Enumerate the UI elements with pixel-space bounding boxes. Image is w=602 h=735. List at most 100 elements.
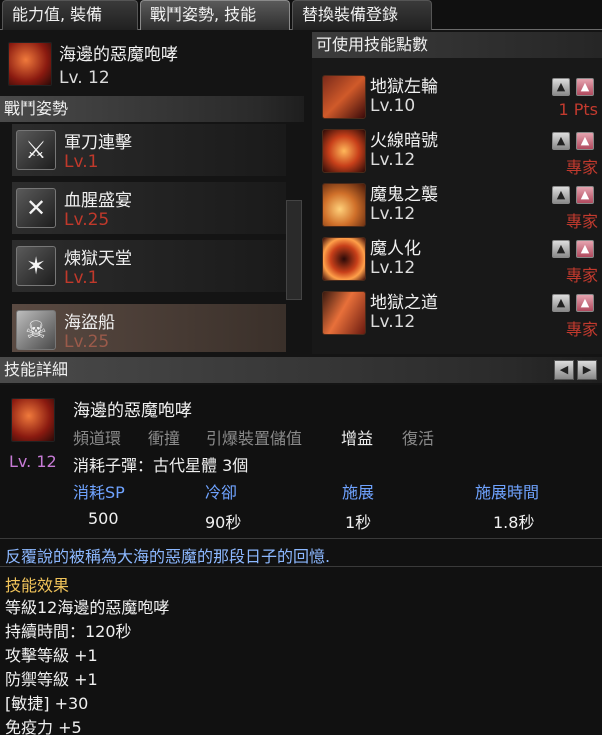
stat-cast-time-label: 施展時間	[475, 483, 540, 502]
stance-name: 海盜船	[64, 313, 115, 333]
pirate-ship-icon: ☠	[16, 310, 56, 350]
list-item[interactable]: 地獄之道 Lv.12 ▲ ▲ 專家	[316, 288, 602, 340]
stat-cast-label: 施展	[342, 483, 375, 502]
max-level-button[interactable]: ▲	[576, 186, 594, 204]
level-up-button[interactable]: ▲	[552, 294, 570, 312]
current-skill-level: Lv. 12	[59, 68, 110, 88]
ability-name: 魔鬼之襲	[370, 185, 438, 205]
ability-rank: 專家	[565, 158, 598, 177]
stance-section-header: 戰鬥姿勢	[0, 96, 304, 122]
tab-stance-skills[interactable]: 戰鬥姿勢, 技能	[140, 0, 290, 30]
devil-strike-icon	[322, 183, 366, 227]
list-item[interactable]: 火線暗號 Lv.12 ▲ ▲ 專家	[316, 126, 602, 178]
tab-label: 能力值, 裝備	[12, 5, 103, 24]
stat-cast-value: 1秒	[345, 513, 372, 532]
divider	[0, 566, 602, 567]
tab-label: 替換裝備登錄	[302, 5, 399, 24]
ability-level: Lv.12	[370, 258, 416, 278]
effect-line: [敏捷] +30	[5, 694, 89, 713]
purgatory-icon: ✶	[16, 246, 56, 286]
abilities-section-header: 可使用技能點數	[312, 32, 602, 58]
detail-skill-name: 海邊的惡魔咆哮	[73, 401, 192, 421]
abilities-section-title: 可使用技能點數	[316, 35, 429, 54]
stance-level: Lv.25	[64, 210, 110, 230]
stance-level: Lv.25	[64, 332, 110, 352]
list-item[interactable]: 魔人化 Lv.12 ▲ ▲ 專家	[316, 234, 602, 286]
next-button[interactable]: ▶	[577, 360, 597, 380]
tab-stats-equipment[interactable]: 能力值, 裝備	[2, 0, 138, 30]
stance-level: Lv.1	[64, 152, 99, 172]
stance-name: 軍刀連擊	[64, 133, 132, 153]
effect-line: 免疫力 +5	[5, 718, 82, 735]
blood-feast-icon: ✕	[16, 188, 56, 228]
skill-description: 反覆說的被稱為大海的惡魔的那段日子的回憶.	[5, 547, 331, 566]
level-up-button[interactable]: ▲	[552, 132, 570, 150]
effect-line: 防禦等級 +1	[5, 670, 98, 689]
ability-name: 地獄左輪	[370, 77, 438, 97]
ability-level: Lv.12	[370, 150, 416, 170]
max-level-button[interactable]: ▲	[576, 294, 594, 312]
hell-path-icon	[322, 291, 366, 335]
list-item[interactable]: ⚔ 軍刀連擊 Lv.1	[12, 124, 286, 182]
ability-level: Lv.12	[370, 312, 416, 332]
ability-name: 魔人化	[370, 239, 421, 259]
stance-list: ⚔ 軍刀連擊 Lv.1 ✕ 血腥盛宴 Lv.25 ✶ 煉獄天堂 Lv.1 ☠ 海…	[6, 124, 306, 352]
ability-rank: 專家	[565, 212, 598, 231]
level-up-button[interactable]: ▲	[552, 186, 570, 204]
ability-level: Lv.12	[370, 204, 416, 224]
list-item[interactable]: ✕ 血腥盛宴 Lv.25	[12, 182, 286, 240]
divider	[0, 538, 602, 539]
tag-revive: 復活	[402, 429, 435, 448]
max-level-button[interactable]: ▲	[576, 78, 594, 96]
tag-channel: 頻道環	[73, 429, 122, 448]
max-level-button[interactable]: ▲	[576, 132, 594, 150]
stance-section-title: 戰鬥姿勢	[4, 99, 69, 118]
ability-rank: 專家	[565, 320, 598, 339]
tab-label: 戰鬥姿勢, 技能	[150, 5, 257, 24]
list-item[interactable]: 地獄左輪 Lv.10 ▲ ▲ 1 Pts	[316, 72, 602, 124]
fireline-signal-icon	[322, 129, 366, 173]
stance-name: 煉獄天堂	[64, 249, 132, 269]
ability-name: 地獄之道	[370, 293, 438, 313]
stat-cooldown-label: 冷卻	[205, 483, 238, 502]
current-skill[interactable]: 海邊的惡魔咆哮 Lv. 12	[6, 38, 302, 94]
list-item[interactable]: ☠ 海盜船 Lv.25	[12, 304, 286, 352]
max-level-button[interactable]: ▲	[576, 240, 594, 258]
stat-sp-label: 消耗SP	[73, 483, 125, 502]
detail-skill-level: Lv. 12	[9, 452, 57, 471]
tag-buff: 增益	[341, 429, 374, 448]
stat-cooldown-value: 90秒	[205, 513, 242, 532]
saber-combo-icon: ⚔	[16, 130, 56, 170]
stat-cast-time-value: 1.8秒	[493, 513, 535, 532]
stance-level: Lv.1	[64, 268, 99, 288]
ability-level: Lv.10	[370, 96, 416, 116]
tag-detonate: 引爆裝置儲值	[206, 429, 303, 448]
demonize-icon	[322, 237, 366, 281]
stance-scrollbar[interactable]	[286, 200, 302, 300]
list-item[interactable]: 魔鬼之襲 Lv.12 ▲ ▲ 專家	[316, 180, 602, 232]
consume-text: 消耗子彈：古代星體 3個	[73, 456, 249, 475]
effect-line: 等級12海邊的惡魔咆哮	[5, 598, 170, 617]
effect-line: 攻擊等級 +1	[5, 646, 98, 665]
list-item[interactable]: ✶ 煉獄天堂 Lv.1	[12, 240, 286, 298]
stance-name: 血腥盛宴	[64, 191, 132, 211]
effect-line: 持續時間：120秒	[5, 622, 132, 641]
abilities-panel: 可使用技能點數 地獄左輪 Lv.10 ▲ ▲ 1 Pts 火線暗號 Lv.12 …	[312, 32, 602, 354]
tag-charge: 衝撞	[148, 429, 181, 448]
ability-rank: 專家	[565, 266, 598, 285]
level-up-button[interactable]: ▲	[552, 240, 570, 258]
tab-bar: 能力值, 裝備 戰鬥姿勢, 技能 替換裝備登錄	[0, 0, 602, 30]
detail-header: 技能詳細	[0, 357, 602, 383]
level-up-button[interactable]: ▲	[552, 78, 570, 96]
detail-title: 技能詳細	[4, 360, 69, 379]
tab-equipment-swap[interactable]: 替換裝備登錄	[292, 0, 432, 30]
demon-roar-icon	[11, 398, 55, 442]
ability-name: 火線暗號	[370, 131, 438, 151]
current-skill-name: 海邊的惡魔咆哮	[59, 45, 178, 65]
hell-revolver-icon	[322, 75, 366, 119]
demon-roar-icon	[8, 42, 52, 86]
prev-button[interactable]: ◀	[554, 360, 574, 380]
ability-points: 1 Pts	[558, 100, 598, 119]
effect-title: 技能效果	[5, 576, 70, 595]
stat-sp-value: 500	[88, 509, 119, 528]
